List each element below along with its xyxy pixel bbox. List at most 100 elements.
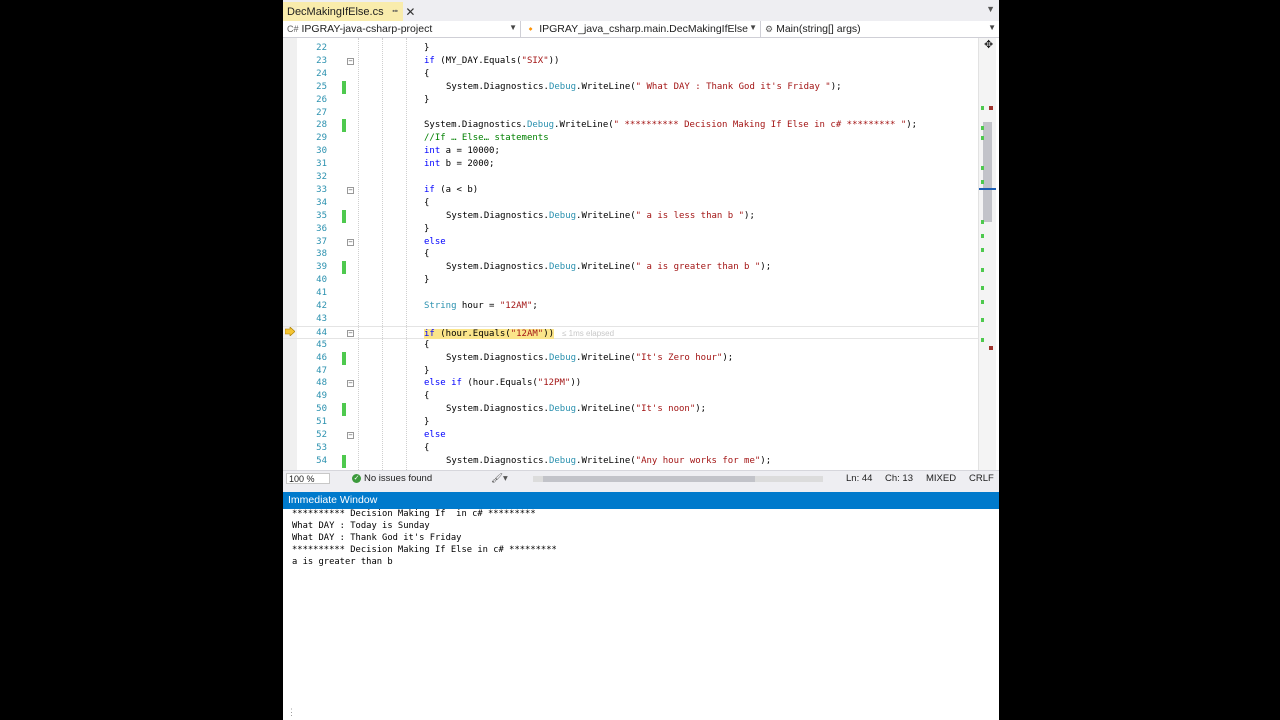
collapse-icon[interactable]: − — [347, 238, 354, 246]
code-text[interactable]: else if (hour.Equals("12PM")) — [424, 377, 581, 390]
member-dropdown[interactable]: ⚙ Main(string[] args) ▼ — [761, 21, 999, 37]
code-line[interactable]: 54 System.Diagnostics.Debug.WriteLine("An… — [283, 454, 983, 468]
vertical-scrollbar[interactable] — [978, 38, 996, 470]
code-token: ; — [532, 301, 538, 311]
code-line[interactable]: 45 { — [283, 339, 983, 352]
collapse-icon[interactable]: − — [347, 432, 354, 439]
code-line[interactable]: 46 System.Diagnostics.Debug.WriteLine("It… — [283, 351, 983, 365]
code-token: { — [424, 391, 430, 402]
resize-grip-icon[interactable]: ⋮ — [287, 707, 296, 718]
project-dropdown[interactable]: C# IPGRAY-java-csharp-project ▼ — [283, 21, 521, 37]
code-text[interactable]: { — [424, 197, 429, 210]
code-line[interactable]: 39 System.Diagnostics.Debug.WriteLine(" a… — [283, 261, 983, 275]
code-text[interactable]: System.Diagnostics.Debug.WriteLine("It's… — [446, 403, 706, 416]
code-text[interactable]: System.Diagnostics.Debug.WriteLine("It's… — [446, 352, 733, 365]
code-line[interactable]: 22} — [283, 42, 983, 55]
code-line[interactable]: 25 System.Diagnostics.Debug.WriteLine(" W… — [283, 80, 983, 94]
code-text[interactable]: } — [424, 42, 429, 55]
code-text[interactable]: System.Diagnostics.Debug.WriteLine("Any … — [446, 455, 771, 468]
scrollbar-thumb[interactable] — [543, 476, 755, 482]
code-token: Debug — [548, 262, 577, 273]
code-token: Debug — [526, 120, 555, 131]
code-text[interactable]: } — [424, 94, 429, 107]
code-line[interactable]: 50 System.Diagnostics.Debug.WriteLine("It… — [283, 403, 983, 417]
code-line[interactable]: 36} — [283, 223, 983, 236]
line-number: 31 — [316, 159, 327, 170]
code-text[interactable]: System.Diagnostics.Debug.WriteLine(" Wha… — [446, 81, 842, 94]
perf-tip[interactable]: ≤ 1ms elapsed — [562, 329, 614, 338]
code-text[interactable]: if (a < b) — [424, 184, 478, 197]
code-text[interactable]: { — [424, 68, 429, 81]
code-line[interactable]: 42 String hour = "12AM"; — [283, 300, 983, 313]
code-line[interactable]: 28 System.Diagnostics.Debug.WriteLine(" *… — [283, 119, 983, 133]
code-text[interactable]: System.Diagnostics.Debug.WriteLine(" a i… — [446, 261, 771, 274]
code-line[interactable]: 40} — [283, 274, 983, 287]
collapse-icon[interactable]: − — [347, 329, 354, 337]
line-ending-mixed-indicator[interactable]: MIXED — [926, 473, 956, 484]
code-line[interactable]: 32 — [283, 171, 983, 184]
code-text[interactable]: { — [424, 442, 429, 455]
code-text[interactable]: else — [424, 236, 446, 249]
code-line[interactable]: 44− if (hour.Equals("12AM")) ≤ 1ms elapsed — [283, 325, 983, 339]
issues-status[interactable]: No issues found — [364, 473, 432, 484]
code-line[interactable]: 34 { — [283, 197, 983, 210]
code-text[interactable]: else — [424, 429, 446, 442]
code-text[interactable]: System.Diagnostics.Debug.WriteLine(" a i… — [446, 210, 755, 223]
class-dropdown[interactable]: 🔸 IPGRAY_java_csharp.main.DecMakingIfEls… — [521, 21, 761, 37]
tab-filename: DecMakingIfElse.cs — [287, 5, 384, 18]
close-icon[interactable]: ✕ — [405, 5, 415, 19]
collapse-icon[interactable]: − — [347, 57, 354, 65]
code-token: ); — [695, 404, 707, 415]
code-token: } — [424, 94, 430, 105]
code-line[interactable]: 43 — [283, 313, 983, 326]
code-text[interactable]: { — [424, 390, 429, 403]
code-text[interactable]: int a = 10000; — [424, 145, 500, 158]
code-line[interactable]: 31 int b = 2000; — [283, 158, 983, 171]
code-text[interactable]: { — [424, 339, 429, 352]
code-line[interactable]: 29 //If … Else… statements — [283, 132, 983, 145]
code-line[interactable]: 24 { — [283, 68, 983, 81]
code-token: System.Diagnostics. — [446, 81, 549, 92]
code-text[interactable]: System.Diagnostics.Debug.WriteLine(" ***… — [424, 119, 917, 132]
document-tab[interactable]: DecMakingIfElse.cs ⭺ ✕ — [283, 2, 415, 21]
code-line[interactable]: 41 — [283, 287, 983, 300]
code-text[interactable]: } — [424, 365, 429, 378]
code-line[interactable]: 23 − if (MY_DAY.Equals("SIX")) — [283, 55, 983, 68]
code-cleanup-icon[interactable]: 🖌▾ — [491, 473, 508, 484]
code-line[interactable]: 30 int a = 10000; — [283, 145, 983, 158]
pin-icon[interactable]: ⭺ — [392, 4, 399, 20]
immediate-window-output[interactable]: ********** Decision Making If in c# ****… — [283, 509, 999, 720]
collapse-icon[interactable]: − — [347, 186, 354, 194]
code-text[interactable]: } — [424, 416, 429, 429]
horizontal-scrollbar[interactable] — [533, 476, 823, 482]
code-line[interactable]: 26} — [283, 94, 983, 107]
code-line[interactable]: 38 { — [283, 248, 983, 261]
code-line[interactable]: 33 − if (a < b) — [283, 184, 983, 197]
code-line[interactable]: 47} — [283, 365, 983, 378]
code-line[interactable]: 37 − else — [283, 236, 983, 249]
code-line[interactable]: 27 — [283, 107, 983, 120]
code-line[interactable]: 35 System.Diagnostics.Debug.WriteLine(" a… — [283, 209, 983, 223]
code-text[interactable]: String hour = "12AM"; — [424, 300, 538, 313]
code-text[interactable]: } — [424, 223, 429, 236]
code-line[interactable]: 51} — [283, 416, 983, 429]
tab-overflow-chevron-down-icon[interactable]: ▼ — [986, 4, 995, 14]
code-line[interactable]: 48 − else if (hour.Equals("12PM")) — [283, 377, 983, 390]
code-token: ); — [760, 262, 772, 273]
code-editor[interactable]: 22} 23− if (MY_DAY.Equals("SIX")) 24{25 Syst… — [283, 38, 999, 470]
immediate-window-title[interactable]: Immediate Window — [283, 492, 999, 509]
code-line[interactable]: 52 − else — [283, 429, 983, 442]
eol-indicator[interactable]: CRLF — [969, 473, 994, 484]
split-editor-icon[interactable]: ✥ — [984, 38, 993, 51]
code-text[interactable]: int b = 2000; — [424, 158, 494, 171]
code-text[interactable]: { — [424, 248, 429, 261]
code-line[interactable]: 49 { — [283, 390, 983, 403]
code-text[interactable]: //If … Else… statements — [424, 132, 549, 145]
immediate-output-line: What DAY : Thank God it's Friday — [292, 533, 462, 543]
code-text[interactable]: if (MY_DAY.Equals("SIX")) — [424, 55, 559, 68]
code-text[interactable]: } — [424, 274, 429, 287]
scrollbar-thumb[interactable] — [983, 122, 992, 222]
collapse-icon[interactable]: − — [347, 380, 354, 388]
code-line[interactable]: 53 { — [283, 442, 983, 455]
zoom-dropdown[interactable]: 100 % — [286, 473, 330, 484]
